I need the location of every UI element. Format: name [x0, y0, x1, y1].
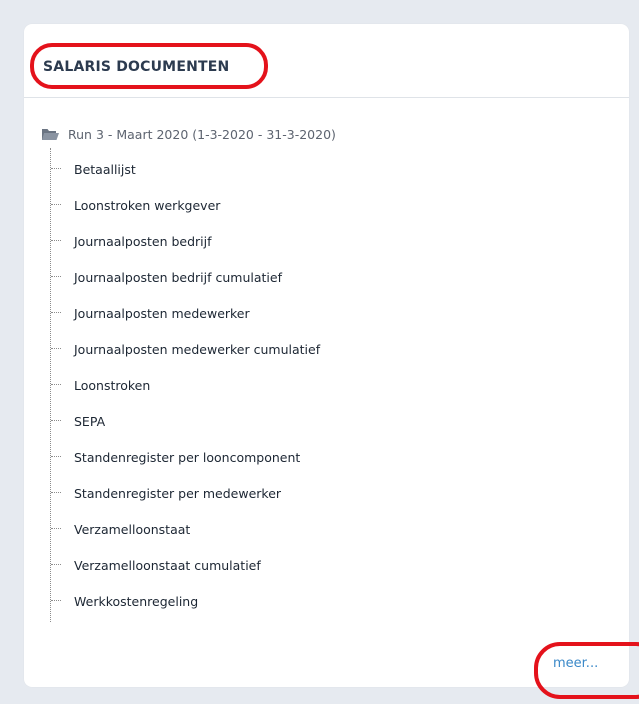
- tree-item-document[interactable]: Journaalposten medewerker: [47, 295, 336, 331]
- tree-item-label: Journaalposten medewerker cumulatief: [74, 341, 321, 357]
- tree-item-document[interactable]: Verzamelloonstaat: [47, 511, 336, 547]
- tree-item-label: Werkkostenregeling: [74, 593, 199, 609]
- tree-root-label: Run 3 - Maart 2020 (1-3-2020 - 31-3-2020…: [68, 126, 336, 142]
- tree-item-label: Loonstroken: [74, 377, 151, 393]
- tree-item-label: Loonstroken werkgever: [74, 197, 221, 213]
- tree-root-run[interactable]: Run 3 - Maart 2020 (1-3-2020 - 31-3-2020…: [41, 124, 336, 144]
- tree-item-document[interactable]: Loonstroken werkgever: [47, 187, 336, 223]
- tree-item-document[interactable]: Verzamelloonstaat cumulatief: [47, 547, 336, 583]
- tree-item-document[interactable]: Journaalposten bedrijf: [47, 223, 336, 259]
- panel-title: SALARIS DOCUMENTEN: [43, 59, 230, 75]
- tree-item-document[interactable]: Werkkostenregeling: [47, 583, 336, 619]
- tree-item-label: Journaalposten bedrijf cumulatief: [74, 269, 282, 285]
- tree-item-label: Verzamelloonstaat: [74, 521, 191, 537]
- meer-link[interactable]: meer...: [553, 656, 598, 671]
- tree-item-label: SEPA: [74, 413, 106, 429]
- tree-item-label: Journaalposten medewerker: [74, 305, 250, 321]
- tree-item-label: Betaallijst: [74, 161, 136, 177]
- tree-item-document[interactable]: Journaalposten medewerker cumulatief: [47, 331, 336, 367]
- tree-item-document[interactable]: Standenregister per looncomponent: [47, 439, 336, 475]
- tree-item-document[interactable]: Betaallijst: [47, 151, 336, 187]
- tree-item-label: Journaalposten bedrijf: [74, 233, 212, 249]
- document-tree: Run 3 - Maart 2020 (1-3-2020 - 31-3-2020…: [41, 124, 336, 622]
- tree-item-label: Standenregister per looncomponent: [74, 449, 301, 465]
- tree-item-label: Standenregister per medewerker: [74, 485, 282, 501]
- panel-header: SALARIS DOCUMENTEN: [24, 24, 629, 98]
- tree-item-document[interactable]: Journaalposten bedrijf cumulatief: [47, 259, 336, 295]
- folder-open-icon: [41, 127, 60, 141]
- tree-item-document[interactable]: Loonstroken: [47, 367, 336, 403]
- tree-item-label: Verzamelloonstaat cumulatief: [74, 557, 261, 573]
- tree-children: Betaallijst Loonstroken werkgever Journaal…: [47, 148, 336, 622]
- salaris-documenten-panel: SALARIS DOCUMENTEN Run 3 - Maart 2020 (1…: [24, 24, 639, 699]
- tree-item-document[interactable]: Standenregister per medewerker: [47, 475, 336, 511]
- tree-item-document[interactable]: SEPA: [47, 403, 336, 439]
